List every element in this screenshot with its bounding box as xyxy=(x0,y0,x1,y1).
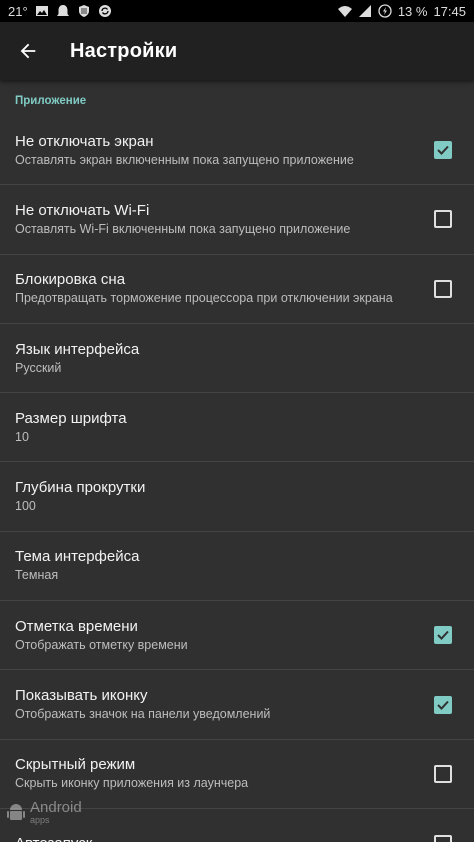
preference-text: Показывать иконку Отображать значок на па… xyxy=(0,686,474,723)
sync-icon xyxy=(98,4,112,18)
preference-text: Блокировка сна Предотвращать торможение п… xyxy=(0,270,474,307)
arrow-back-icon xyxy=(20,43,36,59)
preference-item[interactable]: Блокировка сна Предотвращать торможение п… xyxy=(0,255,474,324)
preference-title: Тема интерфейса xyxy=(15,548,140,566)
toolbar: Настройки xyxy=(0,22,474,80)
watermark-text: Android xyxy=(30,799,82,816)
preference-item[interactable]: Отметка времени Отображать отметку времен… xyxy=(0,601,474,671)
image-icon xyxy=(35,4,49,18)
checkbox[interactable] xyxy=(434,279,452,298)
wifi-icon xyxy=(337,4,352,18)
ghost-icon xyxy=(56,4,70,18)
preference-item[interactable]: Не отключать экран Оставлять экран включе… xyxy=(0,116,474,186)
preference-text: Размер шрифта 10 xyxy=(0,409,474,446)
preference-summary: 10 xyxy=(15,429,29,444)
android-robot-icon xyxy=(7,803,25,820)
status-bar-right: 13 % 17:45 xyxy=(337,3,466,19)
preference-title: Глубина прокрутки xyxy=(15,479,146,497)
checkbox[interactable] xyxy=(434,764,452,783)
preference-text: Скрытный режим Скрыть иконку приложения и… xyxy=(0,755,474,792)
preference-summary: Скрыть иконку приложения из лаунчера xyxy=(15,776,249,791)
preference-text: Язык интерфейса Русский xyxy=(0,340,474,377)
preference-summary: Темная xyxy=(15,568,59,583)
checkbox[interactable] xyxy=(434,695,452,714)
clock: 17:45 xyxy=(433,3,466,19)
preference-summary: Отображать отметку времени xyxy=(15,637,188,652)
preference-text: Не отключать Wi-Fi Оставлять Wi-Fi включе… xyxy=(0,201,474,238)
preference-text: Тема интерфейса Темная xyxy=(0,547,474,584)
page-title: Настройки xyxy=(70,39,178,62)
preference-text: Глубина прокрутки 100 xyxy=(0,478,474,515)
watermark-sub: apps xyxy=(30,815,50,825)
preference-title: Не отключать Wi-Fi xyxy=(15,201,150,219)
preference-item[interactable]: Не отключать Wi-Fi Оставлять Wi-Fi включе… xyxy=(0,185,474,255)
preference-text: Автозапуск xyxy=(0,834,474,842)
preference-summary: Отображать значок на панели уведомлений xyxy=(15,707,271,722)
preference-item[interactable]: Показывать иконку Отображать значок на па… xyxy=(0,670,474,740)
preference-title: Показывать иконку xyxy=(15,687,148,705)
battery-percent: 13 % xyxy=(397,3,428,19)
watermark: Android apps xyxy=(6,800,82,825)
preference-title: Не отключать экран xyxy=(15,132,154,150)
checkmark-icon xyxy=(437,145,449,156)
category-header: Приложение xyxy=(15,95,87,107)
checkbox[interactable] xyxy=(434,834,452,842)
checkmark-icon xyxy=(437,631,449,641)
watermark-texts: Android apps xyxy=(30,800,82,825)
preference-text: Не отключать экран Оставлять экран включе… xyxy=(0,132,474,169)
preference-title: Автозапуск xyxy=(15,834,474,842)
checkbox[interactable] xyxy=(434,210,452,229)
preference-summary: Оставлять Wi-Fi включенным пока запущено… xyxy=(15,221,351,236)
status-bar-left: 21° xyxy=(8,4,112,19)
preference-title: Блокировка сна xyxy=(15,271,126,289)
preference-text: Отметка времени Отображать отметку времен… xyxy=(0,617,474,654)
checkbox[interactable] xyxy=(434,141,452,160)
checkbox[interactable] xyxy=(434,626,452,645)
preference-item[interactable]: Глубина прокрутки 100 xyxy=(0,462,474,532)
preference-summary: 100 xyxy=(15,499,36,514)
preference-summary: Оставлять экран включенным пока запущено… xyxy=(15,152,354,167)
preference-title: Размер шрифта xyxy=(15,409,127,427)
battery-icon xyxy=(378,4,392,18)
preference-summary: Русский xyxy=(15,360,62,375)
status-bar: 21° 13 % 17:45 xyxy=(0,0,474,22)
temperature-text: 21° xyxy=(8,3,28,19)
preference-item[interactable]: Язык интерфейса Русский xyxy=(0,324,474,394)
signal-icon xyxy=(358,4,372,18)
preference-item[interactable]: Размер шрифта 10 xyxy=(0,393,474,463)
back-button[interactable] xyxy=(0,22,56,80)
preference-summary: Предотвращать торможение процессора при … xyxy=(15,291,393,306)
settings-list: Приложение Не отключать экран Оставлять э… xyxy=(0,80,474,842)
preference-title: Отметка времени xyxy=(15,617,138,635)
preference-list: Не отключать экран Оставлять экран включе… xyxy=(0,116,474,842)
checkmark-icon xyxy=(437,700,449,710)
preference-title: Язык интерфейса xyxy=(15,340,140,358)
shield-icon xyxy=(77,4,91,18)
preference-title: Скрытный режим xyxy=(15,756,136,774)
preference-item[interactable]: Тема интерфейса Темная xyxy=(0,532,474,602)
